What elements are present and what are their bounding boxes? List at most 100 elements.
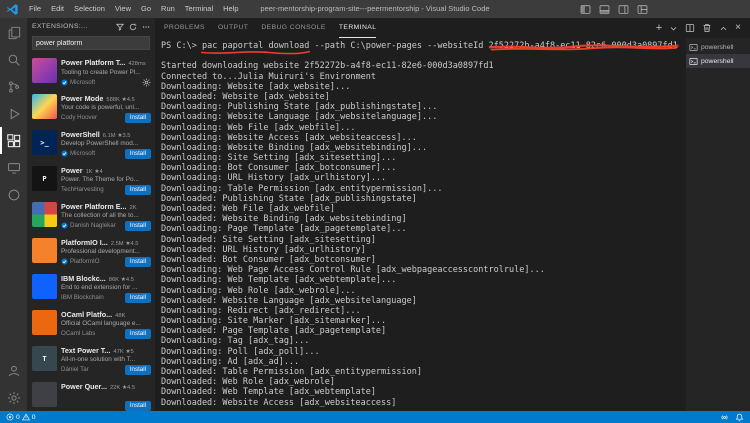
extension-list-item[interactable]: OCaml Platfo... 48K Official OCaml langu…	[27, 306, 155, 342]
terminal-tab-powershell[interactable]: powershell	[686, 40, 750, 54]
extensions-search-input[interactable]	[36, 39, 146, 47]
panel-tab-output[interactable]: OUTPUT	[218, 18, 248, 38]
terminal-output: Started downloading website 2f52272b-a4f…	[161, 51, 686, 408]
kill-terminal-trash-icon[interactable]	[702, 23, 712, 33]
source-control-icon[interactable]	[0, 73, 27, 100]
extension-list-item[interactable]: >_ PowerShell 6.1M ★3.5 Develop PowerShe…	[27, 126, 155, 162]
panel-tab-debug-console[interactable]: DEBUG CONSOLE	[261, 18, 326, 38]
customize-layout-icon[interactable]	[637, 4, 648, 15]
toggle-secondary-sidebar-icon[interactable]	[618, 4, 629, 15]
install-button[interactable]: Install	[124, 328, 151, 339]
terminal-dropdown-icon[interactable]	[669, 24, 678, 33]
extensions-search	[32, 36, 150, 50]
extension-stats: 2.5M ★4.5	[110, 241, 139, 247]
menu-edit[interactable]: Edit	[46, 0, 69, 18]
extension-list-item[interactable]: Power Platform E... 2K The collection of…	[27, 198, 155, 234]
extension-icon	[32, 238, 57, 263]
settings-gear-icon[interactable]	[0, 384, 27, 411]
menu-go[interactable]: Go	[136, 0, 156, 18]
verified-publisher-icon	[61, 222, 68, 229]
maximize-panel-icon[interactable]	[719, 24, 728, 33]
install-button[interactable]: Install	[124, 364, 151, 375]
extension-list-item[interactable]: T Text Power T... 47K ★5 All-in-one solu…	[27, 342, 155, 378]
menu-run[interactable]: Run	[156, 0, 180, 18]
accounts-icon[interactable]	[0, 357, 27, 384]
menu-file[interactable]: File	[24, 0, 46, 18]
extension-icon	[32, 382, 57, 407]
extension-publisher: TechHarvesting	[61, 186, 104, 194]
problems-status[interactable]: 0 0	[6, 413, 36, 421]
extension-name: PlatformIO I...	[61, 238, 108, 247]
extension-stats: 2K	[129, 205, 137, 211]
broadcast-icon[interactable]	[720, 413, 729, 422]
remote-explorer-icon[interactable]	[0, 154, 27, 181]
terminal-command: pac paportal download	[200, 41, 311, 55]
extension-description: Official OCaml language e...	[61, 320, 141, 328]
install-button[interactable]: Install	[124, 184, 151, 195]
extension-stats: 22K ★4.5	[109, 385, 136, 391]
install-button[interactable]: Install	[124, 292, 151, 303]
extension-list-item[interactable]: Power Platform T... 428ms Tooling to cre…	[27, 54, 155, 90]
toggle-panel-icon[interactable]	[599, 4, 610, 15]
menu-selection[interactable]: Selection	[69, 0, 110, 18]
explorer-icon[interactable]	[0, 19, 27, 46]
extension-list-item[interactable]: Power Mode 588K ★4.5 Your code is powerf…	[27, 90, 155, 126]
refresh-icon[interactable]	[129, 23, 137, 31]
install-button[interactable]: Install	[124, 112, 151, 123]
terminal-line: Downloading: Publishing State [adx_publi…	[161, 102, 438, 113]
menu-view[interactable]: View	[110, 0, 136, 18]
terminal-prompt: PS C:\>	[161, 41, 202, 51]
toggle-sidebar-icon[interactable]	[580, 4, 591, 15]
manage-extension-gear-icon[interactable]	[142, 78, 151, 87]
power-platform-icon[interactable]	[0, 181, 27, 208]
warnings-count: 0	[31, 413, 36, 421]
terminal-line: Downloaded: Web File [adx_webfile]	[161, 204, 335, 214]
terminal-line: Downloaded: Web Template [adx_webtemplat…	[161, 387, 376, 398]
install-button[interactable]: Install	[124, 148, 151, 159]
extension-description: Tooling to create Power Pl...	[61, 69, 141, 76]
panel-tab-terminal[interactable]: TERMINAL	[338, 18, 377, 38]
terminal[interactable]: PS C:\> pac paportal download --path C:\…	[155, 38, 686, 411]
extension-icon: P	[32, 166, 57, 191]
extension-description: Develop PowerShell mod...	[61, 140, 139, 148]
panel-actions: + ×	[656, 18, 750, 38]
split-terminal-icon[interactable]	[685, 23, 695, 33]
run-and-debug-icon[interactable]	[0, 100, 27, 127]
extension-list-item[interactable]: IBM Blockc... 86K ★4.5 End to end extens…	[27, 270, 155, 306]
extension-list-item[interactable]: P Power 1K ★4 Power. The Theme for Po...…	[27, 162, 155, 198]
verified-publisher-icon	[61, 150, 68, 157]
extension-stats: 86K ★4.5	[108, 277, 134, 283]
terminal-line: Downloading: URL History [adx_urlhistory…	[161, 173, 387, 184]
new-terminal-icon[interactable]: +	[656, 22, 662, 34]
install-button[interactable]: Install	[124, 400, 151, 411]
extension-icon	[32, 58, 57, 83]
extension-icon: >_	[32, 130, 57, 155]
install-button[interactable]: Install	[124, 256, 151, 267]
menu-help[interactable]: Help	[218, 0, 243, 18]
terminal-tab-powershell[interactable]: powershell	[686, 54, 750, 68]
window-title: peer-mentorship-program-site---peermento…	[260, 4, 490, 13]
extension-name: Power Platform T...	[61, 58, 126, 67]
more-actions-icon[interactable]	[142, 23, 150, 31]
terminal-line: Downloaded: URL History [adx_urlhistory]	[161, 244, 366, 255]
extension-name: Power Mode	[61, 94, 104, 103]
extension-publisher: IBM Blockchain	[61, 294, 104, 302]
install-button[interactable]: Install	[124, 220, 151, 231]
panel-tab-problems[interactable]: PROBLEMS	[164, 18, 205, 38]
extensions-header: EXTENSIONS:...	[27, 18, 155, 35]
extension-name: OCaml Platfo...	[61, 310, 113, 319]
extensions-icon[interactable]	[0, 127, 27, 154]
close-panel-icon[interactable]: ×	[735, 23, 741, 33]
search-icon[interactable]	[0, 46, 27, 73]
notifications-bell-icon[interactable]	[735, 413, 744, 422]
filter-icon[interactable]	[116, 23, 124, 31]
terminal-list: powershell powershell	[686, 38, 750, 411]
extension-name: Power Quer...	[61, 382, 107, 391]
extension-list-item[interactable]: Power Quer... 22K ★4.5 Install	[27, 378, 155, 411]
extension-publisher: PlatformIO	[61, 258, 100, 265]
menu-terminal[interactable]: Terminal	[180, 0, 218, 18]
extension-publisher: Cody Hoover	[61, 114, 98, 122]
extension-list-item[interactable]: PlatformIO I... 2.5M ★4.5 Professional d…	[27, 234, 155, 270]
terminal-line: Downloaded: Publishing State [adx_publis…	[161, 193, 417, 204]
menu-bar: File Edit Selection View Go Run Terminal Help	[24, 0, 244, 18]
